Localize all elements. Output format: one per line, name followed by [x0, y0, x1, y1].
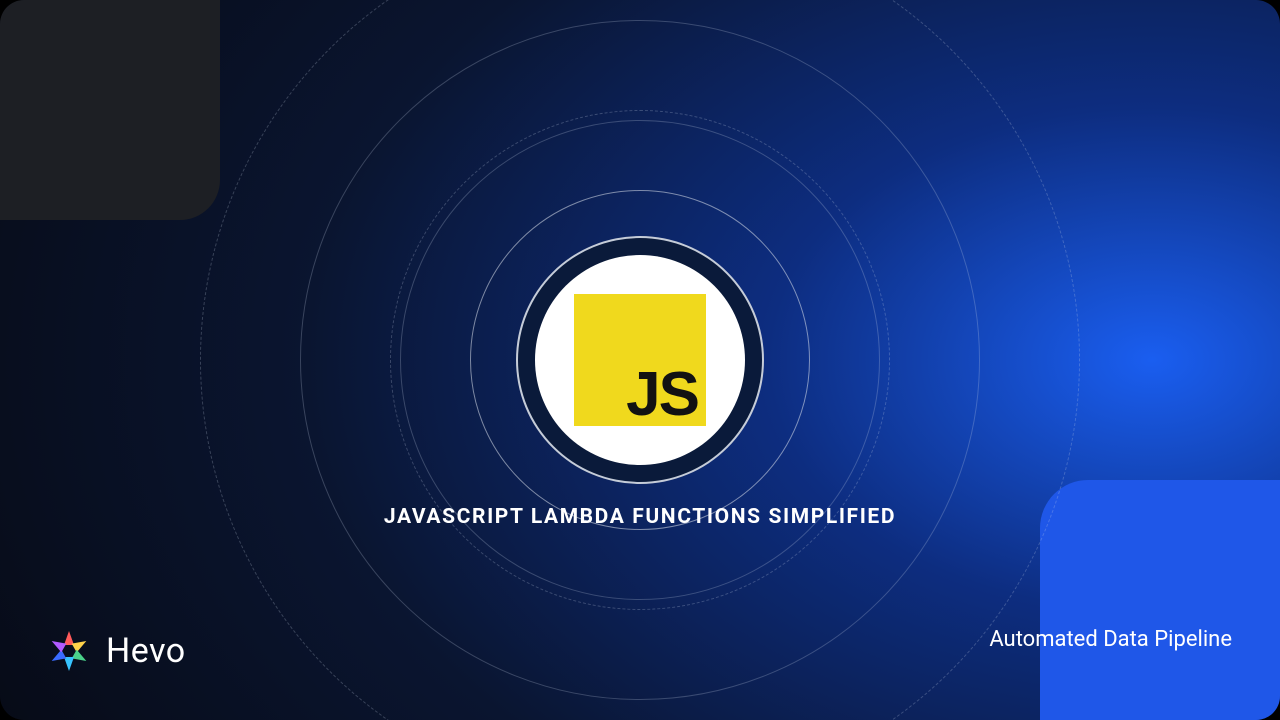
center-badge: JS [516, 236, 764, 484]
headline: JAVASCRIPT LAMBDA FUNCTIONS SIMPLIFIED [0, 505, 1280, 529]
brand-lockup: Hevo [46, 628, 186, 674]
decorative-corner-top-left [0, 0, 220, 220]
js-logo-text: JS [626, 364, 698, 426]
hevo-logo-icon [46, 628, 92, 674]
hero-card: JS JAVASCRIPT LAMBDA FUNCTIONS SIMPLIFIE… [0, 0, 1280, 720]
brand-name: Hevo [106, 631, 186, 671]
tagline: Automated Data Pipeline [989, 627, 1232, 652]
center-badge-inner: JS [535, 255, 745, 465]
js-logo: JS [574, 294, 706, 426]
